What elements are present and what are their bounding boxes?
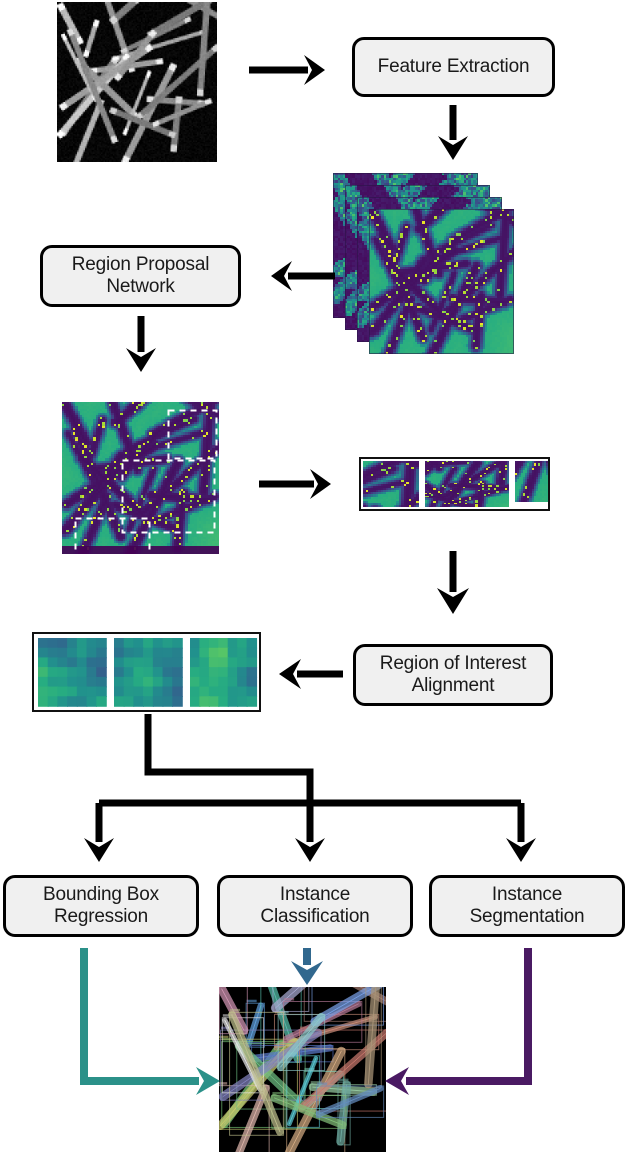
box-instance-segmentation-label-line1: Instance <box>491 884 563 906</box>
box-roi-alignment-label-line2: Alignment <box>411 675 495 696</box>
box-roi-alignment[interactable]: Region of Interest Alignment <box>353 644 553 706</box>
arrow-aligned-rois-to-heads <box>84 714 536 862</box>
feature-map-stack-image <box>333 173 550 366</box>
arrow-classification-to-result <box>291 948 323 985</box>
aligned-roi-heatmaps-image <box>32 632 261 712</box>
arrow-roi-crops-to-roi-alignment <box>437 551 469 614</box>
box-bbox-regression-labels: Bounding Box Regression <box>43 884 159 928</box>
box-instance-classification-labels: Instance Classification <box>260 884 369 928</box>
region-proposal-map-image <box>62 402 219 554</box>
diagram-canvas: Feature Extraction Region Proposal Netwo… <box>0 0 630 1152</box>
arrow-proposal-map-to-roi-crops <box>259 469 331 499</box>
box-bounding-box-regression[interactable]: Bounding Box Regression <box>3 875 199 937</box>
box-instance-classification-label-line2: Classification <box>260 906 370 927</box>
arrow-rpn-to-proposal-map <box>126 316 156 372</box>
arrow-feature-extraction-to-stack <box>438 105 468 160</box>
arrow-stack-to-rpn <box>271 261 335 291</box>
input-micrograph-image <box>57 2 217 162</box>
box-roi-alignment-labels: Region of Interest Alignment <box>379 653 527 697</box>
arrow-input-to-feature-extraction <box>249 55 325 85</box>
box-rpn-label-line2: Network <box>106 276 175 297</box>
box-instance-segmentation[interactable]: Instance Segmentation <box>429 875 625 937</box>
final-instance-segmentation-image <box>219 987 386 1152</box>
arrow-segmentation-to-result <box>385 948 532 1095</box>
box-region-proposal-network-labels: Region Proposal Network <box>71 254 210 298</box>
box-instance-classification-label-line1: Instance <box>279 884 351 906</box>
box-feature-extraction[interactable]: Feature Extraction <box>352 37 555 97</box>
box-bbox-regression-label-line2: Regression <box>53 906 149 927</box>
box-instance-segmentation-label-line2: Segmentation <box>469 906 585 927</box>
arrow-bbox-regression-to-result <box>80 948 220 1095</box>
box-bbox-regression-label-line1: Bounding Box <box>43 884 159 906</box>
box-instance-segmentation-labels: Instance Segmentation <box>470 884 585 928</box>
box-region-proposal-network[interactable]: Region Proposal Network <box>40 245 241 307</box>
roi-crops-image <box>359 457 550 511</box>
box-instance-classification[interactable]: Instance Classification <box>217 875 413 937</box>
arrow-roi-alignment-to-aligned-rois <box>279 659 343 689</box>
box-rpn-label-line1: Region Proposal <box>71 254 210 276</box>
box-feature-extraction-label: Feature Extraction <box>377 56 530 78</box>
box-roi-alignment-label-line1: Region of Interest <box>379 653 527 675</box>
